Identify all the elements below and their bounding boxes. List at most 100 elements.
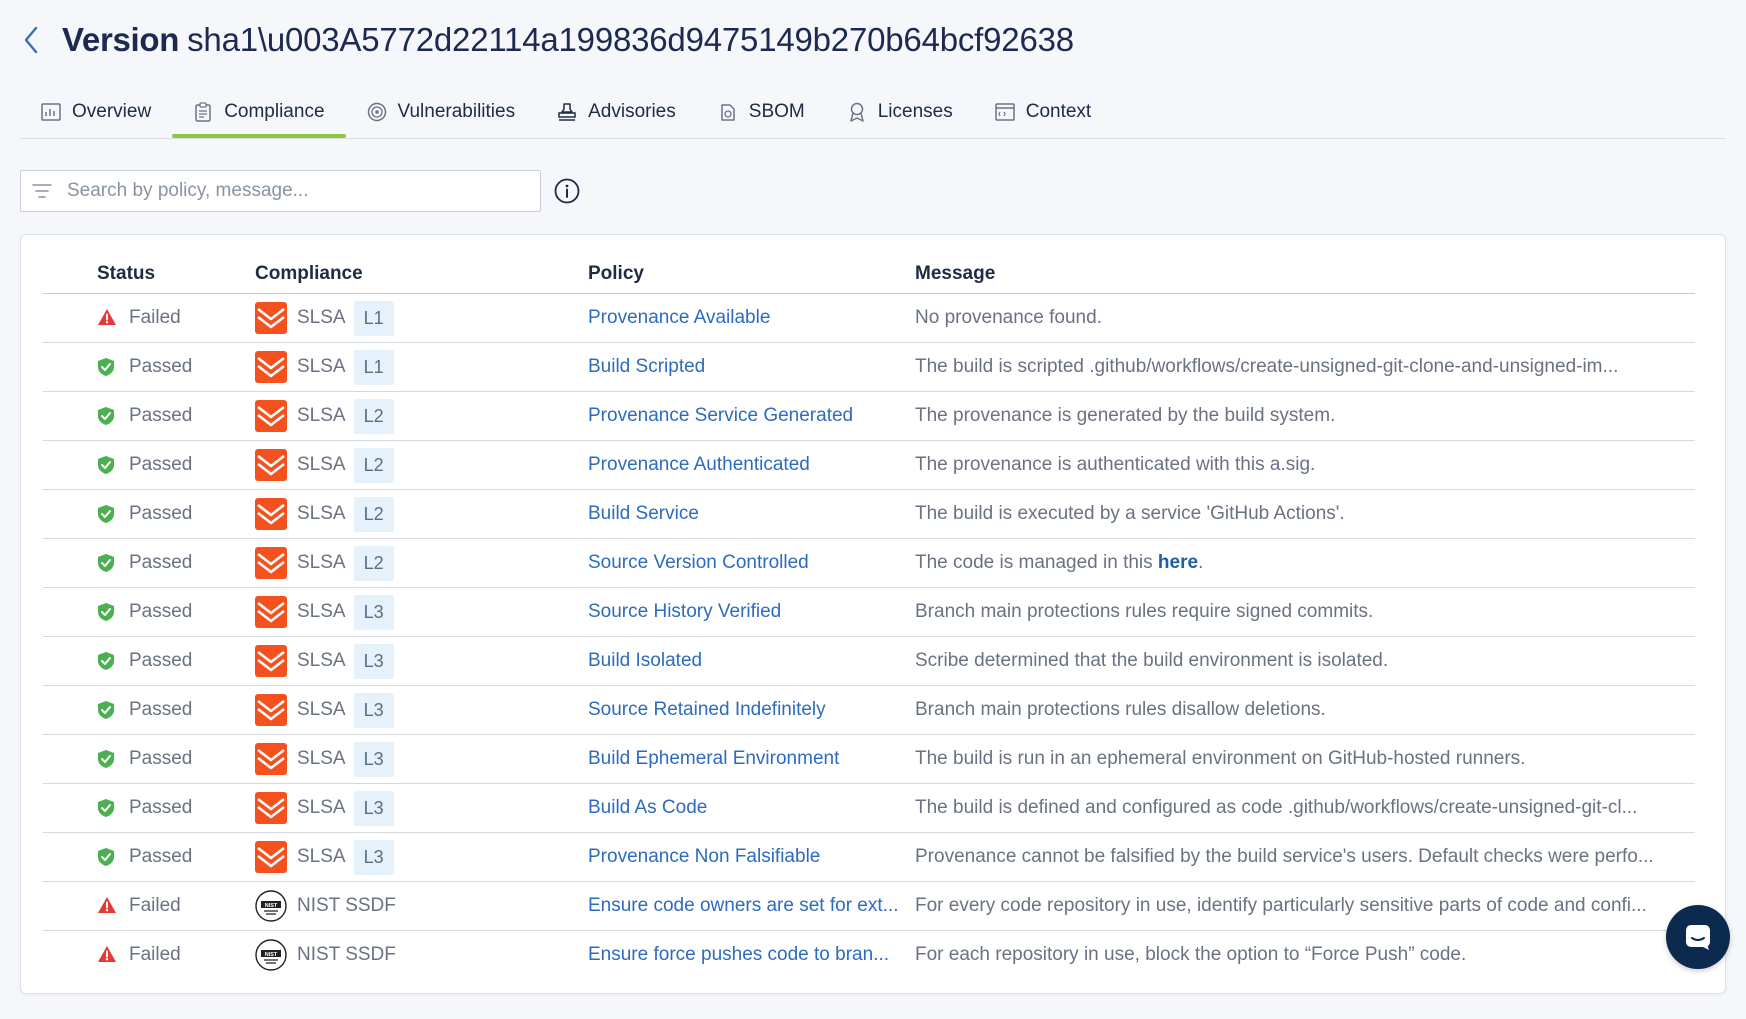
- column-header-policy[interactable]: Policy: [588, 255, 915, 294]
- status-cell: Passed: [43, 538, 255, 588]
- table-row[interactable]: Passed SLSA L3 Build Isolated Scribe determi…: [43, 636, 1695, 686]
- tab-vulnerabilities[interactable]: Vulnerabilities: [346, 88, 537, 136]
- slsa-logo-icon: [255, 792, 287, 824]
- column-header-status[interactable]: Status: [43, 255, 255, 294]
- message-cell: The code is managed in this here.: [915, 538, 1695, 588]
- framework-name: SLSA: [297, 405, 346, 426]
- column-header-compliance[interactable]: Compliance: [255, 255, 588, 294]
- message-text: The build is run in an ephemeral environ…: [915, 748, 1526, 769]
- compliance-cell: SLSA L2: [255, 538, 588, 588]
- status-text: Passed: [129, 356, 193, 377]
- policy-link[interactable]: Build Ephemeral Environment: [588, 748, 839, 769]
- level-badge: L3: [353, 692, 394, 728]
- repository-link[interactable]: here: [1158, 552, 1198, 573]
- policy-link[interactable]: Ensure force pushes code to bran...: [588, 944, 889, 965]
- warning-triangle-icon: [97, 308, 117, 328]
- slsa-logo-icon: [255, 498, 287, 530]
- compliance-cell: SLSA L3: [255, 832, 588, 882]
- chart-icon: [41, 102, 61, 122]
- policy-link[interactable]: Provenance Service Generated: [588, 405, 853, 426]
- policy-link[interactable]: Provenance Available: [588, 307, 770, 328]
- message-text: The build is executed by a service 'GitH…: [915, 503, 1345, 524]
- table-row[interactable]: Failed NIST NIST SSDF Ensure code owners ar…: [43, 881, 1695, 931]
- policy-link[interactable]: Provenance Authenticated: [588, 454, 810, 475]
- status-text: Passed: [129, 650, 193, 671]
- table-row[interactable]: Passed SLSA L3 Source History Verified Branc…: [43, 587, 1695, 637]
- status-text: Failed: [129, 944, 181, 965]
- policy-link[interactable]: Provenance Non Falsifiable: [588, 846, 820, 867]
- search-input[interactable]: [65, 179, 509, 203]
- tab-compliance[interactable]: Compliance: [172, 88, 346, 138]
- chat-launcher-button[interactable]: [1666, 905, 1730, 969]
- warning-triangle-icon: [97, 896, 117, 916]
- tab-advisories[interactable]: Advisories: [536, 88, 697, 136]
- message-text: Provenance cannot be falsified by the bu…: [915, 846, 1654, 867]
- status-text: Failed: [129, 895, 181, 916]
- policy-link[interactable]: Source Version Controlled: [588, 552, 809, 573]
- slsa-logo-icon: [255, 400, 287, 432]
- policy-link[interactable]: Build Service: [588, 503, 699, 524]
- status-cell: Failed: [43, 881, 255, 931]
- policy-link[interactable]: Build As Code: [588, 797, 707, 818]
- table-row[interactable]: Failed NIST NIST SSDF Ensure force pushes c…: [43, 931, 1695, 980]
- table-row[interactable]: Passed SLSA L2 Provenance Service Generated…: [43, 391, 1695, 441]
- search-box: [20, 170, 541, 212]
- message-cell: For each repository in use, block the op…: [915, 931, 1695, 980]
- back-chevron-icon[interactable]: [20, 22, 42, 58]
- slsa-logo-icon: [255, 645, 287, 677]
- message-text: Branch main protections rules require si…: [915, 601, 1374, 622]
- policy-link[interactable]: Source History Verified: [588, 601, 781, 622]
- shield-check-icon: [97, 553, 117, 573]
- table-row[interactable]: Passed SLSA L2 Source Version Controlled The…: [43, 538, 1695, 588]
- status-text: Passed: [129, 503, 193, 524]
- package-icon: [718, 102, 738, 122]
- filter-icon[interactable]: [31, 180, 53, 202]
- slsa-logo-icon: [255, 596, 287, 628]
- tab-label: Licenses: [877, 101, 953, 122]
- policy-cell: Build Scripted: [588, 342, 915, 392]
- table-row[interactable]: Passed SLSA L3 Build As Code The build is de…: [43, 783, 1695, 833]
- table-row[interactable]: Passed SLSA L3 Provenance Non Falsifiable Pr…: [43, 832, 1695, 882]
- table-row[interactable]: Passed SLSA L1 Build Scripted The build is s…: [43, 342, 1695, 392]
- level-badge: L3: [353, 741, 394, 777]
- compliance-cell: SLSA L2: [255, 391, 588, 441]
- level-badge: L2: [353, 398, 394, 434]
- status-cell: Passed: [43, 685, 255, 735]
- table-row[interactable]: Failed SLSA L1 Provenance Available No prove…: [43, 293, 1695, 343]
- compliance-cell: SLSA L3: [255, 685, 588, 735]
- status-cell: Passed: [43, 587, 255, 637]
- status-text: Passed: [129, 552, 193, 573]
- policy-link[interactable]: Source Retained Indefinitely: [588, 699, 826, 720]
- tab-overview[interactable]: Overview: [20, 88, 172, 136]
- policy-link[interactable]: Build Scripted: [588, 356, 705, 377]
- info-icon[interactable]: [554, 178, 580, 204]
- column-header-message[interactable]: Message: [915, 255, 1695, 294]
- shield-check-icon: [97, 700, 117, 720]
- framework-name: SLSA: [297, 699, 346, 720]
- slsa-logo-icon: [255, 694, 287, 726]
- tab-sbom[interactable]: SBOM: [697, 88, 826, 136]
- policy-link[interactable]: Build Isolated: [588, 650, 702, 671]
- message-text: The build is scripted .github/workflows/…: [915, 356, 1619, 377]
- tab-licenses[interactable]: Licenses: [826, 88, 974, 136]
- status-cell: Passed: [43, 391, 255, 441]
- message-cell: Provenance cannot be falsified by the bu…: [915, 832, 1695, 882]
- message-text: Scribe determined that the build environ…: [915, 650, 1389, 671]
- table-row[interactable]: Passed SLSA L3 Source Retained Indefinitely…: [43, 685, 1695, 735]
- message-cell: The provenance is authenticated with thi…: [915, 440, 1695, 490]
- slsa-logo-icon: [255, 351, 287, 383]
- table-row[interactable]: Passed SLSA L2 Build Service The build is ex…: [43, 489, 1695, 539]
- stamp-icon: [557, 102, 577, 122]
- framework-name: SLSA: [297, 748, 346, 769]
- message-text: For each repository in use, block the op…: [915, 944, 1467, 965]
- status-cell: Passed: [43, 783, 255, 833]
- table-header-row: Status Compliance Policy Message: [43, 255, 1695, 294]
- policy-link[interactable]: Ensure code owners are set for ext...: [588, 895, 899, 916]
- warning-triangle-icon: [97, 945, 117, 965]
- tab-context[interactable]: Context: [974, 88, 1112, 136]
- slsa-logo-icon: [255, 302, 287, 334]
- nist-logo-icon: NIST: [255, 939, 287, 971]
- table-row[interactable]: Passed SLSA L2 Provenance Authenticated The …: [43, 440, 1695, 490]
- table-row[interactable]: Passed SLSA L3 Build Ephemeral Environment T…: [43, 734, 1695, 784]
- policy-cell: Source Version Controlled: [588, 538, 915, 588]
